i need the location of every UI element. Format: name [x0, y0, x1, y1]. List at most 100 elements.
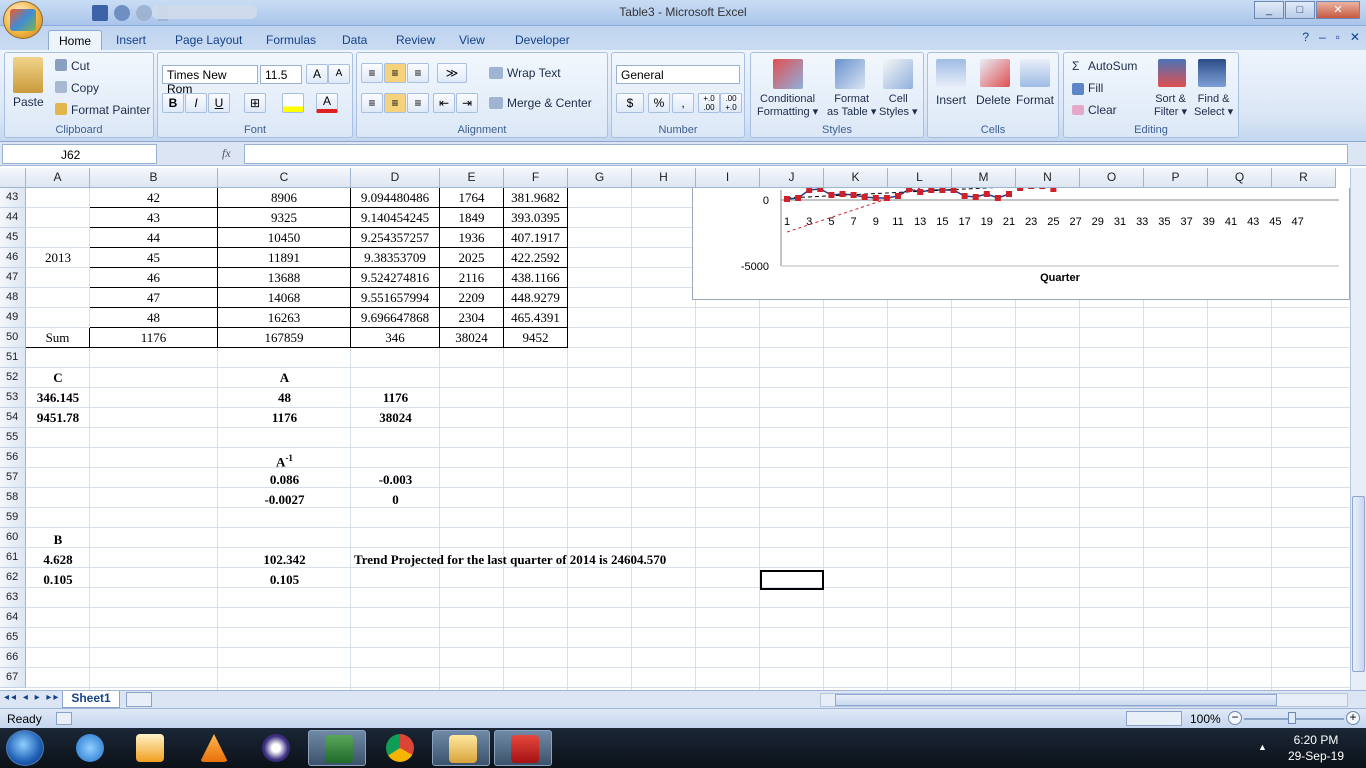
table-cell-c[interactable]: 11891 — [218, 248, 351, 268]
insert-function-button[interactable]: fx — [222, 146, 231, 161]
format-painter-button[interactable]: Format Painter — [71, 103, 150, 117]
column-header-n[interactable]: N — [1016, 168, 1080, 188]
column-header-k[interactable]: K — [824, 168, 888, 188]
column-header-j[interactable]: J — [760, 168, 824, 188]
row-header-50[interactable]: 50 — [0, 328, 26, 348]
row-header-57[interactable]: 57 — [0, 468, 26, 488]
column-header-o[interactable]: O — [1080, 168, 1144, 188]
align-left-button[interactable]: ≡ — [361, 93, 383, 113]
percent-button[interactable]: % — [648, 93, 670, 113]
borders-button[interactable]: ⊞ — [244, 93, 266, 113]
grow-font-button[interactable]: A — [306, 64, 328, 84]
horizontal-scrollbar[interactable] — [820, 693, 1348, 707]
font-size-select[interactable]: 11.5 — [260, 65, 302, 84]
table-cell-e[interactable]: 1849 — [440, 208, 504, 228]
table-cell-e[interactable]: 1936 — [440, 228, 504, 248]
delete-cells-button[interactable]: Delete — [976, 93, 1011, 107]
currency-button[interactable]: $ — [616, 93, 644, 113]
fill-button[interactable]: Fill — [1088, 81, 1103, 95]
table-cell-c[interactable]: 14068 — [218, 288, 351, 308]
row-header-53[interactable]: 53 — [0, 388, 26, 408]
table-cell-c[interactable]: 13688 — [218, 268, 351, 288]
column-header-a[interactable]: A — [26, 168, 90, 188]
table-cell-d[interactable]: 346 — [351, 328, 440, 348]
row-header-47[interactable]: 47 — [0, 268, 26, 288]
insert-cells-button[interactable]: Insert — [936, 93, 966, 107]
paste-icon[interactable] — [13, 57, 43, 93]
sort-filter-button[interactable]: Sort & Filter ▾ — [1154, 93, 1187, 119]
zoom-in-icon[interactable]: + — [1346, 711, 1360, 725]
active-cell[interactable] — [760, 570, 824, 590]
table-cell-a[interactable] — [26, 308, 90, 328]
row-header-56[interactable]: 56 — [0, 448, 26, 468]
format-as-table-button[interactable]: Format as Table ▾ — [827, 93, 876, 119]
column-header-i[interactable]: I — [696, 168, 760, 188]
office-button[interactable] — [3, 1, 43, 39]
font-name-select[interactable]: Times New Rom — [162, 65, 258, 96]
column-header-b[interactable]: B — [90, 168, 218, 188]
table-cell-d[interactable]: 9.094480486 — [351, 188, 440, 208]
table-cell-e[interactable]: 2304 — [440, 308, 504, 328]
table-cell-f[interactable]: 465.4391 — [504, 308, 568, 328]
format-cells-button[interactable]: Format — [1016, 93, 1054, 107]
clear-button[interactable]: Clear — [1088, 103, 1117, 117]
table-cell-f[interactable]: 422.2592 — [504, 248, 568, 268]
tray-arrow-icon[interactable]: ▲ — [1258, 742, 1267, 752]
taskbar-media[interactable] — [120, 730, 178, 766]
table-cell-d[interactable]: 9.696647868 — [351, 308, 440, 328]
maximize-button[interactable]: □ — [1285, 1, 1315, 19]
italic-button[interactable]: I — [185, 93, 207, 113]
row-header-64[interactable]: 64 — [0, 608, 26, 628]
table-cell-c[interactable]: 16263 — [218, 308, 351, 328]
orientation-button[interactable]: ≫ — [437, 63, 467, 83]
worksheet-grid[interactable]: ABCDEFGHIJKLMNOPQR 43 44 45 46 47 48 49 50 51 52 5… — [0, 168, 1350, 690]
clock[interactable]: 6:20 PM 29-Sep-19 — [1288, 732, 1344, 764]
table-cell-b[interactable]: 45 — [90, 248, 218, 268]
sheet-nav-arrows[interactable]: ◂◂ ◂ ▸ ▸▸ — [4, 692, 60, 703]
comma-button[interactable]: , — [672, 93, 694, 113]
table-cell-a[interactable] — [26, 288, 90, 308]
table-cell-d[interactable]: 9.38353709 — [351, 248, 440, 268]
row-header-51[interactable]: 51 — [0, 348, 26, 368]
align-right-button[interactable]: ≡ — [407, 93, 429, 113]
row-header-43[interactable]: 43 — [0, 188, 26, 208]
table-cell-c[interactable]: 8906 — [218, 188, 351, 208]
row-header-59[interactable]: 59 — [0, 508, 26, 528]
autosum-button[interactable]: AutoSum — [1088, 59, 1137, 73]
number-format-select[interactable]: General — [616, 65, 740, 84]
copy-button[interactable]: Copy — [71, 81, 99, 95]
fill-color-button[interactable] — [282, 93, 304, 113]
table-cell-e[interactable]: 1764 — [440, 188, 504, 208]
row-header-65[interactable]: 65 — [0, 628, 26, 648]
find-select-button[interactable]: Find & Select ▾ — [1194, 93, 1233, 119]
column-header-q[interactable]: Q — [1208, 168, 1272, 188]
wrap-text-button[interactable]: Wrap Text — [507, 66, 561, 80]
merge-center-button[interactable]: Merge & Center — [507, 96, 592, 110]
align-center-button[interactable]: ≡ — [384, 93, 406, 113]
cell-styles-button[interactable]: Cell Styles ▾ — [879, 93, 918, 119]
increase-decimal-button[interactable]: +.0.00 — [698, 93, 720, 113]
taskbar-explorer[interactable] — [432, 730, 490, 766]
column-header-m[interactable]: M — [952, 168, 1016, 188]
table-cell-b[interactable]: 44 — [90, 228, 218, 248]
zoom-out-icon[interactable]: − — [1228, 711, 1242, 725]
row-header-67[interactable]: 67 — [0, 668, 26, 688]
table-cell-b[interactable]: 47 — [90, 288, 218, 308]
table-cell-b[interactable]: 46 — [90, 268, 218, 288]
column-header-r[interactable]: R — [1272, 168, 1336, 188]
trend-chart[interactable]: 0 -5000 1 3 5 7 9 11 13 15 17 19 21 23 25 27 29 31 33 35 37 3… — [692, 183, 1350, 300]
bold-button[interactable]: B — [162, 93, 184, 113]
column-header-d[interactable]: D — [351, 168, 440, 188]
row-header-61[interactable]: 61 — [0, 548, 26, 568]
column-header-e[interactable]: E — [440, 168, 504, 188]
table-cell-e[interactable]: 38024 — [440, 328, 504, 348]
name-box[interactable]: J62 — [2, 144, 157, 164]
table-cell-e[interactable]: 2116 — [440, 268, 504, 288]
align-bottom-button[interactable]: ≡ — [407, 63, 429, 83]
view-buttons[interactable] — [1126, 711, 1182, 726]
table-cell-f[interactable]: 9452 — [504, 328, 568, 348]
tab-insert[interactable]: Insert — [106, 30, 156, 50]
row-header-66[interactable]: 66 — [0, 648, 26, 668]
row-header-60[interactable]: 60 — [0, 528, 26, 548]
close-button[interactable]: ✕ — [1316, 1, 1360, 19]
